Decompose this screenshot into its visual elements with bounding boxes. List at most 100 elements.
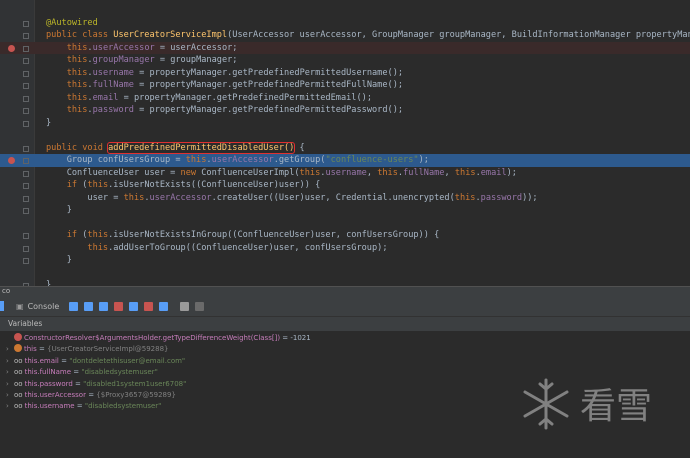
variable-row[interactable]: › oo this.username = "disabledsystemuser" [6, 401, 161, 412]
code-line[interactable]: this.username = propertyManager.getPrede… [0, 67, 690, 80]
fold-marker-icon[interactable] [23, 58, 29, 64]
code-line[interactable]: public void addPredefinedPermittedDisabl… [0, 141, 690, 155]
fold-marker-icon[interactable] [23, 95, 29, 102]
expand-arrow-icon[interactable]: › [6, 344, 14, 355]
code-line[interactable]: this.email = propertyManager.getPredefin… [0, 92, 690, 105]
code-token: this [66, 92, 88, 103]
debugger-tab-icon[interactable] [0, 301, 4, 311]
fold-marker-icon[interactable] [23, 208, 29, 214]
breakpoint-icon[interactable] [8, 44, 15, 52]
code-token: userAccessor [211, 155, 274, 165]
fold-marker-icon[interactable] [23, 83, 29, 89]
variable-row[interactable]: › oo this.email = "dontdeletethisuser@emai… [6, 356, 185, 367]
code-token: userAccessor [92, 42, 155, 53]
code-text: this.email = propertyManager.getPredefin… [46, 92, 372, 105]
code-token: fullName [403, 167, 445, 178]
layout-icon[interactable] [195, 301, 205, 311]
variable-equals: = [71, 368, 82, 377]
expand-arrow-icon[interactable]: › [6, 401, 14, 412]
console-tab[interactable]: Console [28, 302, 60, 311]
variable-row[interactable]: › oo this.password = "disabled1system1user… [6, 379, 186, 390]
watch-icon: oo [14, 368, 23, 377]
code-line[interactable]: if (this.isUserNotExistsInGroup((Conflue… [0, 229, 690, 242]
expand-arrow-icon[interactable]: › [6, 367, 14, 378]
run-to-cursor-icon[interactable] [159, 301, 169, 311]
variable-name: this.username [24, 402, 75, 411]
code-line[interactable]: } [0, 254, 690, 267]
expand-arrow-icon[interactable] [6, 333, 14, 344]
watch-icon: oo [14, 391, 23, 399]
variable-value: {$Proxy3657@59289} [96, 391, 176, 399]
variable-row[interactable]: › oo this.fullName = "disabledsystemuser" [6, 367, 158, 378]
code-token: Group confUsersGroup = [46, 155, 186, 165]
code-token: this [66, 67, 88, 78]
code-token: ConfluenceUserImpl( [201, 167, 300, 178]
code-line[interactable] [0, 267, 690, 280]
code-line[interactable]: this.userAccessor = userAccessor; [0, 41, 690, 54]
code-token: this [87, 242, 109, 253]
fold-marker-icon[interactable] [23, 145, 29, 152]
variable-row[interactable]: › oo this.userAccessor = {$Proxy3657@59289… [6, 390, 176, 401]
drop-frame-icon[interactable] [144, 301, 154, 311]
code-line[interactable] [0, 217, 690, 230]
code-token: this [66, 55, 88, 65]
expand-arrow-icon[interactable]: › [6, 356, 14, 367]
fold-marker-icon[interactable] [23, 45, 29, 52]
variable-row[interactable]: ConstructorResolver$ArgumentsHolder.getT… [6, 333, 311, 344]
code-line[interactable]: this.password = propertyManager.getPrede… [0, 104, 690, 117]
code-token: = propertyManager.getPredefinedPermitted… [134, 105, 404, 115]
code-editor[interactable]: @Autowired public class UserCreatorServic… [0, 0, 690, 286]
code-line[interactable]: } [0, 204, 690, 217]
fold-marker-icon[interactable] [23, 195, 29, 202]
variable-equals: = [280, 334, 291, 342]
code-line[interactable]: user = this.userAccessor.createUser((Use… [0, 192, 690, 205]
expand-arrow-icon[interactable]: › [6, 379, 14, 390]
code-line[interactable]: this.fullName = propertyManager.getPrede… [0, 79, 690, 92]
step-out-icon[interactable] [129, 301, 139, 311]
code-line[interactable]: Group confUsersGroup = this.userAccessor… [0, 154, 690, 167]
code-line[interactable]: } [0, 117, 690, 130]
code-text: this.fullName = propertyManager.getPrede… [46, 79, 403, 92]
step-over-icon[interactable] [84, 301, 94, 311]
fold-marker-icon[interactable] [23, 258, 29, 264]
fold-marker-icon[interactable] [23, 245, 29, 252]
fold-marker-icon[interactable] [23, 233, 29, 239]
fold-marker-icon[interactable] [23, 33, 29, 39]
highlighted-method-name: addPredefinedPermittedDisabledUser() [107, 141, 296, 154]
breakpoint-icon[interactable] [8, 157, 15, 164]
code-token: )); [522, 192, 538, 203]
force-step-into-icon[interactable] [114, 301, 124, 311]
code-token: password [92, 105, 134, 115]
code-line[interactable] [0, 129, 690, 142]
snowflake-icon [523, 378, 569, 430]
fold-marker-icon[interactable] [23, 108, 29, 114]
code-token: this [377, 167, 398, 178]
code-line[interactable]: if (this.isUserNotExists((ConfluenceUser… [0, 179, 690, 192]
fold-marker-icon[interactable] [23, 70, 29, 77]
expand-arrow-icon[interactable]: › [6, 390, 14, 401]
menu-icon[interactable] [69, 301, 79, 311]
code-line[interactable]: public class UserCreatorServiceImpl(User… [0, 29, 690, 42]
code-line[interactable]: this.addUserToGroup((ConfluenceUser)user… [0, 242, 690, 255]
fold-marker-icon[interactable] [23, 20, 29, 27]
step-into-icon[interactable] [99, 301, 109, 311]
code-text: @Autowired [46, 17, 98, 30]
fold-marker-icon[interactable] [23, 120, 29, 127]
code-line[interactable]: @Autowired [0, 17, 690, 30]
fold-marker-icon[interactable] [23, 170, 29, 177]
fold-marker-icon[interactable] [23, 183, 29, 189]
evaluate-icon[interactable] [180, 301, 190, 311]
code-token: password [480, 192, 523, 203]
code-token: } [46, 117, 52, 128]
code-line[interactable] [0, 4, 690, 17]
code-line[interactable]: ConfluenceUser user = new ConfluenceUser… [0, 167, 690, 180]
debug-session-label[interactable]: co [0, 287, 10, 295]
variable-row[interactable]: › this = {UserCreatorServiceImpl@59288} [6, 344, 169, 355]
watch-icon: oo [14, 402, 23, 411]
variable-name: this.password [24, 379, 73, 388]
code-line[interactable]: } [0, 279, 690, 286]
code-token: this [87, 230, 109, 240]
fold-marker-icon[interactable] [23, 158, 29, 164]
code-line[interactable]: this.groupManager = groupManager; [0, 54, 690, 67]
